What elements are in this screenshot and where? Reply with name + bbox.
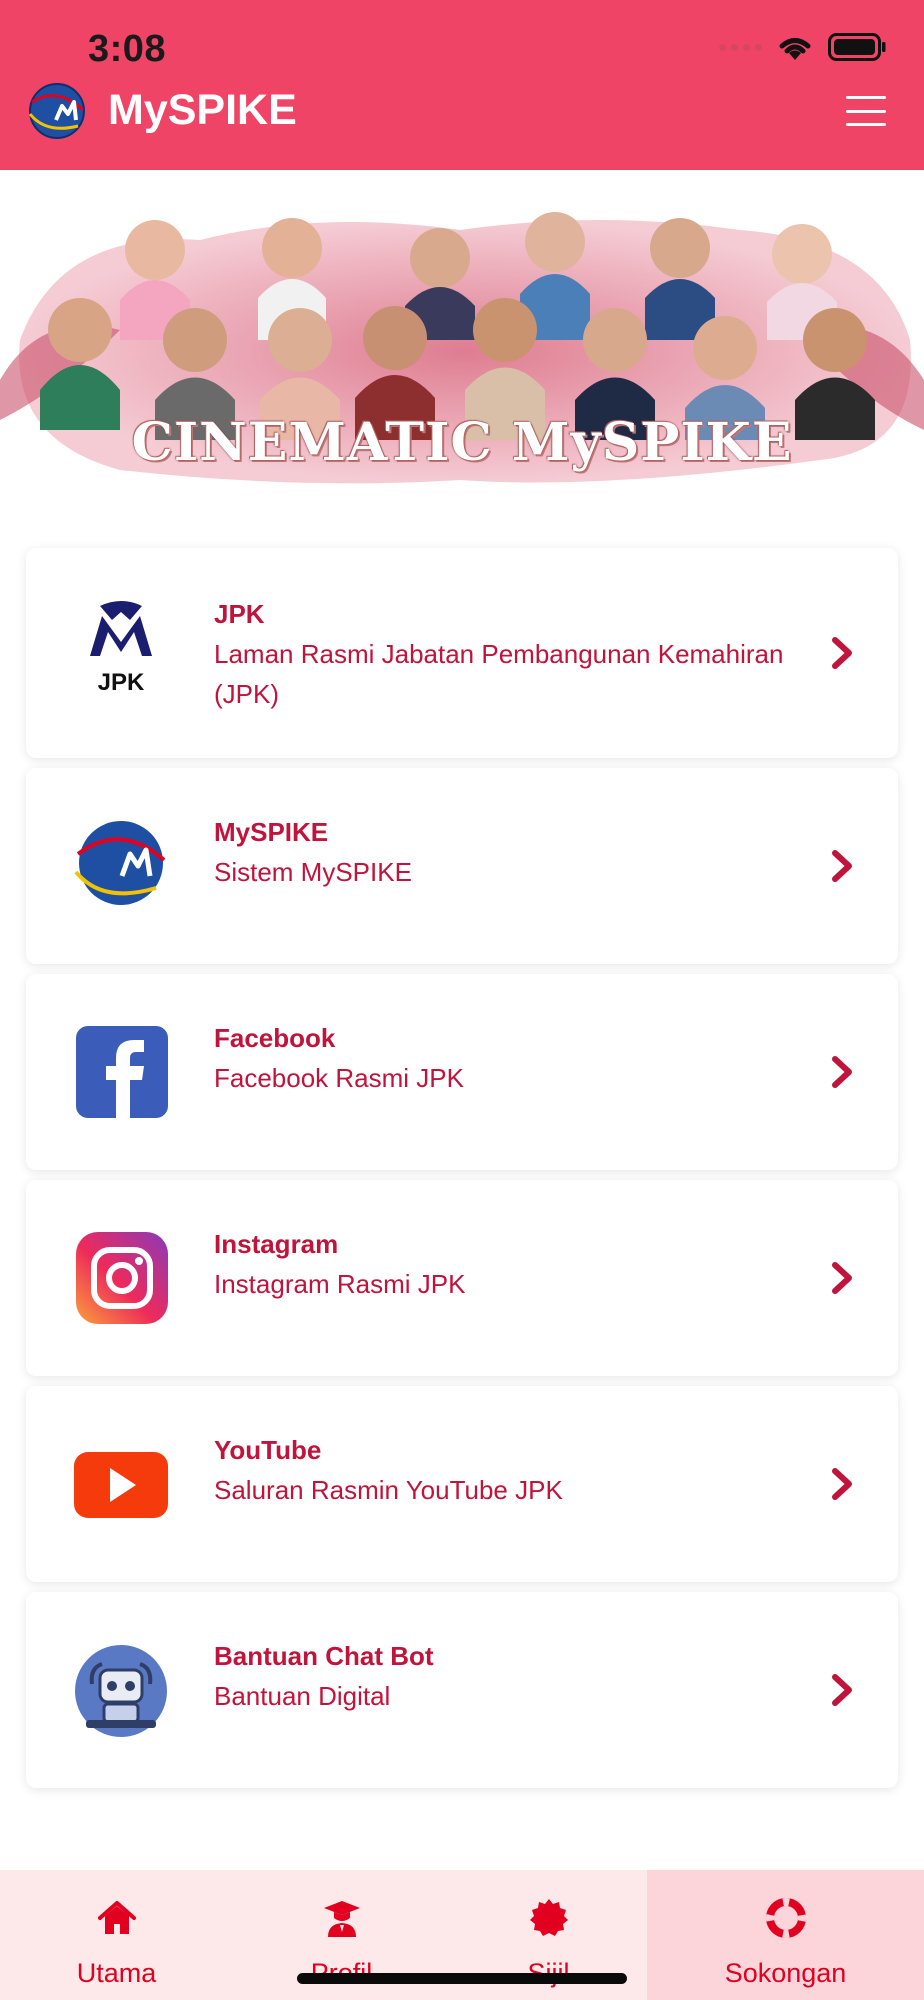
link-card-text: Facebook Facebook Rasmi JPK (214, 1018, 818, 1098)
chevron-right-icon (832, 1262, 852, 1294)
tab-label: Sokongan (724, 1958, 847, 1988)
wifi-icon (779, 38, 811, 60)
home-icon (97, 1901, 136, 1934)
link-subtitle: Facebook Rasmi JPK (214, 1063, 464, 1093)
link-title: MySPIKE (214, 817, 329, 847)
jpk-logo-text: JPK (98, 669, 145, 696)
chevron-right-icon (832, 637, 852, 669)
link-card-text: YouTube Saluran Rasmin YouTube JPK (214, 1430, 818, 1510)
link-title: YouTube (214, 1435, 322, 1465)
home-indicator (297, 1973, 627, 1984)
myspike-logo-icon (28, 83, 85, 139)
graduate-icon (323, 1901, 360, 1937)
menu-line (846, 123, 886, 126)
status-time: 3:08 (88, 28, 167, 70)
link-title: JPK (214, 599, 265, 629)
link-card-text: Bantuan Chat Bot Bantuan Digital (214, 1636, 818, 1716)
battery-icon (828, 33, 886, 61)
link-card-jpk[interactable]: JPK JPK Laman Rasmi Jabatan Pembangunan … (26, 548, 898, 758)
app-header: 3:08 MySPIKE (0, 0, 924, 170)
status-icons (719, 33, 886, 61)
link-card-text: Instagram Instagram Rasmi JPK (214, 1224, 818, 1304)
link-subtitle: Bantuan Digital (214, 1681, 391, 1711)
lifebuoy-icon (765, 1898, 806, 1938)
link-card-myspike[interactable]: MySPIKE Sistem MySPIKE (26, 768, 898, 964)
menu-line (846, 109, 886, 113)
link-card-youtube[interactable]: YouTube Saluran Rasmin YouTube JPK (26, 1386, 898, 1582)
myspike-logo-icon (74, 821, 166, 905)
tab-label: Utama (76, 1958, 157, 1988)
link-title: Facebook (214, 1023, 336, 1053)
youtube-icon (74, 1452, 168, 1518)
jpk-logo-icon: JPK (90, 601, 152, 696)
tab-utama[interactable]: Utama (0, 1870, 233, 2000)
link-card-chatbot[interactable]: Bantuan Chat Bot Bantuan Digital (26, 1592, 898, 1788)
link-title: Instagram (214, 1229, 339, 1259)
hamburger-menu-button[interactable] (846, 96, 886, 126)
link-subtitle: Laman Rasmi Jabatan Pembangunan Kemahira… (214, 639, 784, 709)
chatbot-icon (75, 1645, 167, 1737)
chevron-right-icon (832, 1674, 852, 1706)
cellular-signal-icon (719, 43, 762, 51)
app-title: MySPIKE (108, 86, 297, 134)
chevron-right-icon (832, 850, 852, 882)
banner-caption: CINEMATIC MySPIKE (131, 412, 793, 473)
link-card-instagram[interactable]: Instagram Instagram Rasmi JPK (26, 1180, 898, 1376)
menu-line (846, 96, 886, 99)
team-banner-image: CINEMATIC MySPIKE (0, 190, 924, 510)
link-subtitle: Saluran Rasmin YouTube JPK (214, 1475, 563, 1505)
link-card-text: MySPIKE Sistem MySPIKE (214, 812, 818, 892)
instagram-icon (76, 1232, 168, 1324)
link-card-facebook[interactable]: Facebook Facebook Rasmi JPK (26, 974, 898, 1170)
link-title: Bantuan Chat Bot (214, 1641, 434, 1671)
tab-sokongan[interactable]: Sokongan (647, 1870, 924, 2000)
chevron-right-icon (832, 1056, 852, 1088)
certificate-icon (529, 1899, 568, 1936)
facebook-icon (76, 1026, 168, 1118)
link-subtitle: Instagram Rasmi JPK (214, 1269, 466, 1299)
link-subtitle: Sistem MySPIKE (214, 857, 412, 887)
chevron-right-icon (832, 1468, 852, 1500)
link-card-text: JPK Laman Rasmi Jabatan Pembangunan Kema… (214, 594, 818, 714)
